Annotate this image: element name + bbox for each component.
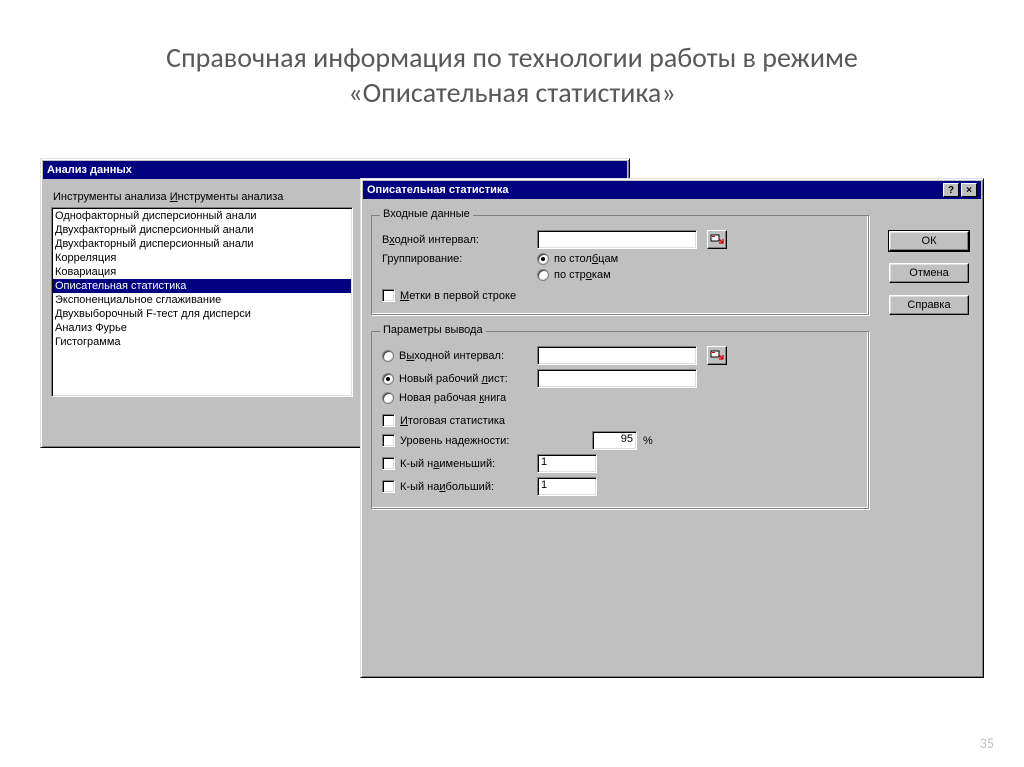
radio-new-workbook[interactable] [382,392,394,404]
radio-output-range[interactable] [382,350,394,362]
desc-titlebar[interactable]: Описательная статистика ? × [363,181,981,199]
help-button[interactable]: Справка [889,295,969,315]
by-rows-label: по строкам [554,269,611,281]
k-largest-field[interactable]: 1 [537,477,597,496]
list-item[interactable]: Ковариация [53,265,351,279]
input-range-label: Входной интервал: [382,234,537,246]
radio-by-rows[interactable] [537,269,549,281]
input-range-field[interactable] [537,230,697,249]
list-item[interactable]: Корреляция [53,251,351,265]
summary-stats-checkbox[interactable] [382,414,395,427]
analysis-titlebar[interactable]: Анализ данных [43,161,627,179]
list-item[interactable]: Однофакторный дисперсионный анали [53,209,351,223]
radio-new-worksheet[interactable] [382,373,394,385]
cancel-button[interactable]: Отмена [889,263,969,283]
new-worksheet-label: Новый рабочий лист: [399,373,508,385]
by-columns-label: по столбцам [554,253,618,265]
output-range-label: Выходной интервал: [399,350,504,362]
percent-label: % [643,435,653,447]
confidence-field[interactable]: 95 [592,431,637,450]
close-icon[interactable]: × [961,183,977,197]
radio-by-columns[interactable] [537,253,549,265]
input-legend: Входные данные [380,208,473,220]
desc-title-text: Описательная статистика [367,184,941,196]
output-group: Параметры вывода Выходной интервал: [371,331,869,509]
grouping-label: Группирование: [382,253,537,265]
confidence-label: Уровень надежности: [400,435,509,447]
descriptive-stats-window: Описательная статистика ? × ОК Отмена Сп… [360,178,984,678]
list-item[interactable]: Гистограмма [53,335,351,349]
ok-button[interactable]: ОК [889,231,969,251]
collapse-dialog-icon-2[interactable] [707,346,727,365]
collapse-dialog-icon[interactable] [707,230,727,249]
confidence-checkbox[interactable] [382,434,395,447]
k-smallest-label: К-ый наименьший: [400,458,495,470]
summary-stats-label: Итоговая статистика [400,415,505,427]
slide-title: Справочная информация по технологии рабо… [0,0,1024,120]
list-item[interactable]: Экспоненциальное сглаживание [53,293,351,307]
k-largest-label: К-ый наибольший: [400,481,494,493]
list-item[interactable]: Двухвыборочный F-тест для дисперси [53,307,351,321]
list-item[interactable]: Анализ Фурье [53,321,351,335]
k-smallest-checkbox[interactable] [382,457,395,470]
labels-first-row-checkbox[interactable] [382,289,395,302]
new-worksheet-field[interactable] [537,369,697,388]
page-number: 35 [980,735,994,752]
list-item[interactable]: Двухфакторный дисперсионный анали [53,223,351,237]
input-group: Входные данные Входной интервал: [371,215,869,315]
list-item[interactable]: Описательная статистика [53,279,351,293]
tools-listbox[interactable]: Однофакторный дисперсионный аналиДвухфак… [51,207,353,397]
list-item[interactable]: Двухфакторный дисперсионный анали [53,237,351,251]
help-icon[interactable]: ? [943,183,959,197]
analysis-title-text: Анализ данных [47,164,623,176]
output-range-field[interactable] [537,346,697,365]
k-largest-checkbox[interactable] [382,480,395,493]
output-legend: Параметры вывода [380,324,486,336]
new-workbook-label: Новая рабочая книга [399,392,506,404]
k-smallest-field[interactable]: 1 [537,454,597,473]
labels-first-row-label: Метки в первой строке [400,290,516,302]
